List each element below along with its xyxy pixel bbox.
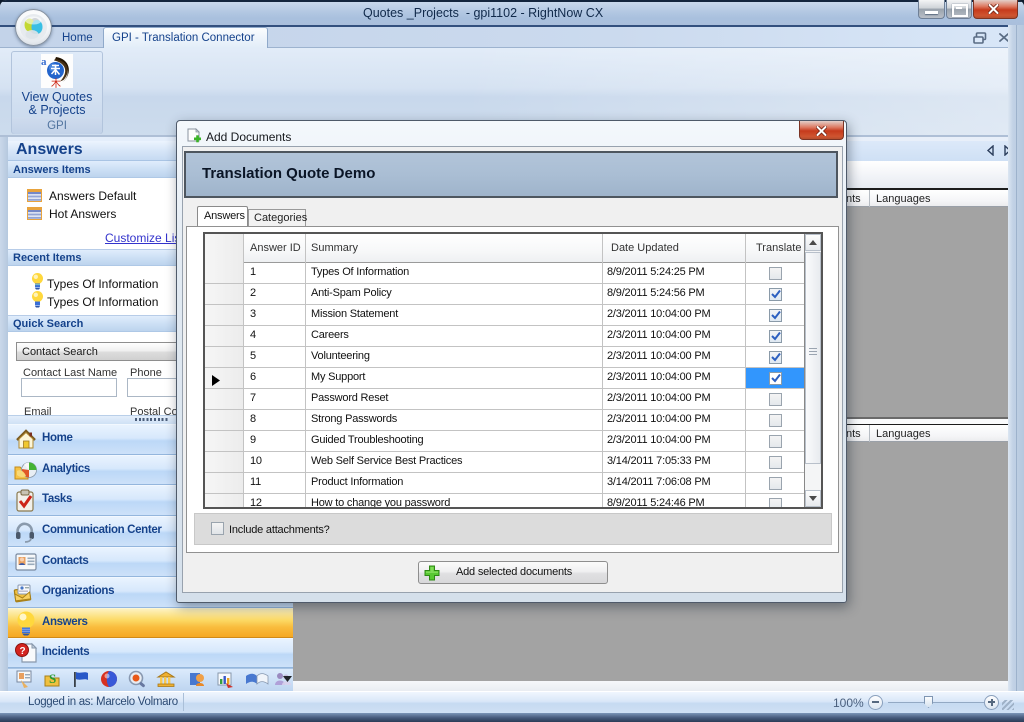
svg-text:a: a — [41, 56, 47, 68]
svg-text:S: S — [49, 671, 56, 686]
svg-text:?: ? — [20, 646, 26, 657]
svg-text:木: 木 — [51, 78, 61, 88]
